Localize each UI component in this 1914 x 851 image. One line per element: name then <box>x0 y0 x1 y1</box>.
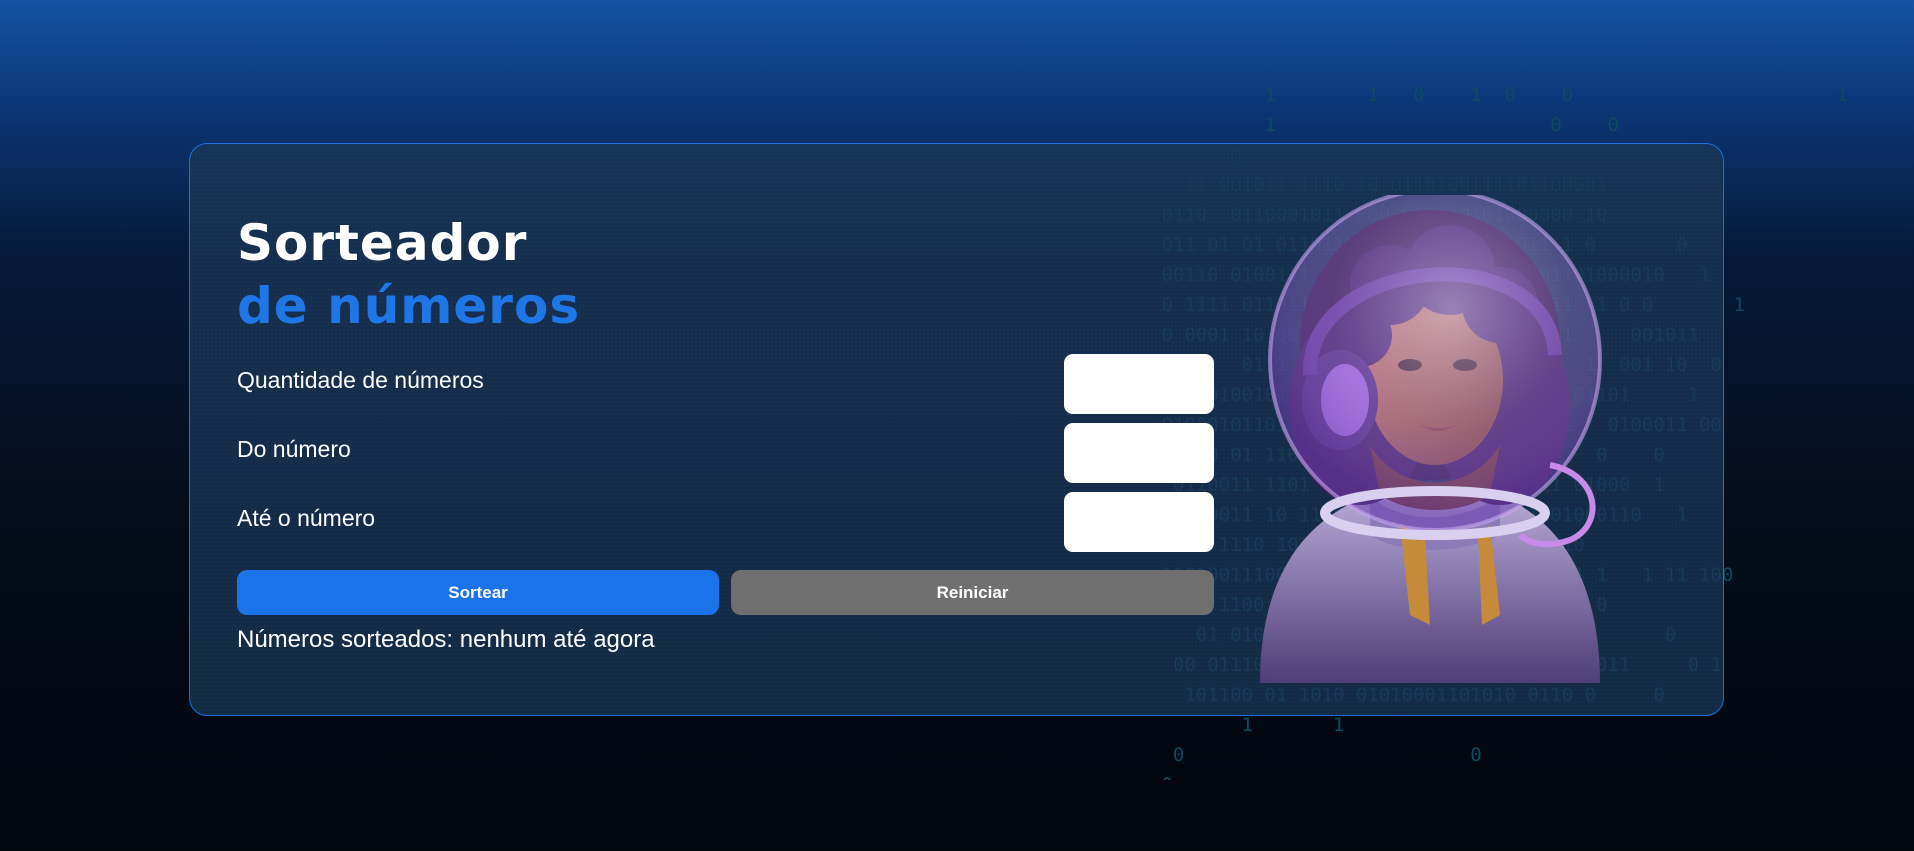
reset-button[interactable]: Reiniciar <box>731 570 1214 615</box>
from-number-label: Do número <box>237 436 351 462</box>
drawn-numbers-result: Números sorteados: nenhum até agora <box>237 626 655 653</box>
to-number-label: Até o número <box>237 505 376 531</box>
from-number-input[interactable] <box>1064 423 1214 483</box>
quantity-input[interactable] <box>1064 354 1214 414</box>
draw-button[interactable]: Sortear <box>237 570 719 615</box>
quantity-label: Quantidade de números <box>237 367 484 393</box>
page-subtitle: de números <box>237 277 581 335</box>
astronaut-illustration <box>1260 195 1602 683</box>
page-title: Sorteador <box>237 214 528 272</box>
to-number-input[interactable] <box>1064 492 1214 552</box>
page: { "title": { "line1": "Sorteador", "line… <box>0 0 1914 851</box>
